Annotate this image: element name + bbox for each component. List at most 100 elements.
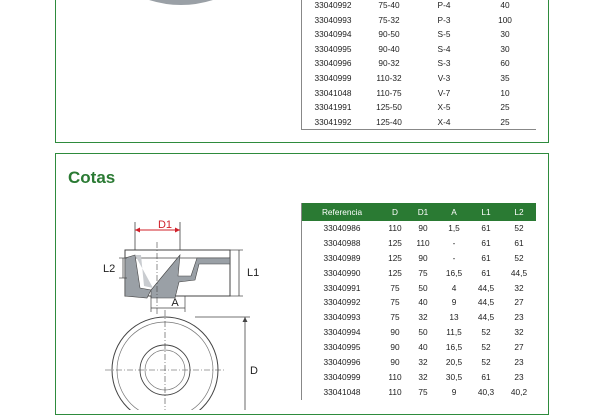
a-dimension: A <box>150 296 186 312</box>
table-cell: 110 <box>388 386 402 397</box>
table-cell: 33040988 <box>323 237 361 248</box>
table-cell: X-4 <box>437 116 451 127</box>
table-cell: 75 <box>390 282 400 293</box>
table-cell: P-3 <box>437 14 451 25</box>
a-label: A <box>171 297 179 309</box>
table-cell: 110 <box>416 237 430 248</box>
table-cell: 33041048 <box>314 87 352 98</box>
table-cell: 33040990 <box>323 267 361 278</box>
table-cell: 9 <box>451 297 457 308</box>
table-row: 33040994 90 50 11,5 52 32 <box>302 325 536 340</box>
table-cell: 16,5 <box>445 342 463 353</box>
table-cell: 1,5 <box>448 223 460 233</box>
table-row: 33040990 125 75 16,5 61 44,5 <box>302 266 536 281</box>
table-cell: - <box>452 252 456 263</box>
table-cell: 40 <box>500 0 510 10</box>
table-row: 33040989 125 90 - 61 52 <box>302 251 536 266</box>
table-cell: 90 <box>390 357 400 368</box>
table-row: 33040995 90-40 S-4 30 <box>302 42 536 57</box>
table-cell: 25 <box>500 116 510 127</box>
table-cell: 44,5 <box>477 312 495 323</box>
table-cell: 32 <box>418 371 428 382</box>
table-cell: 33040993 <box>323 312 361 323</box>
table-cell: 32 <box>418 357 428 368</box>
table-cell: 40 <box>418 342 428 353</box>
table-cell: 40,3 <box>477 386 495 397</box>
col-header-l1: L1 <box>481 207 491 217</box>
table-cell: 10 <box>500 87 510 98</box>
table-cell: 40 <box>418 297 428 308</box>
table-cell: 61 <box>481 267 491 278</box>
table-cell: 75 <box>390 312 400 323</box>
table-cell: 9 <box>451 386 457 397</box>
table-cell: 90 <box>390 327 400 338</box>
table-cell: 50 <box>418 327 428 338</box>
table-cell: 110 <box>388 223 402 233</box>
table-cell: 40,2 <box>510 386 528 397</box>
table-cell: 61 <box>514 237 524 248</box>
table-row: 33040988 125 110 - 61 61 <box>302 236 536 251</box>
table-row: 33040992 75-40 P-4 40 <box>302 0 536 13</box>
table-cell: X-5 <box>437 102 451 113</box>
table-cell: 25 <box>500 102 510 113</box>
table-cell: 52 <box>514 252 524 263</box>
table-cell: 33040992 <box>323 297 361 308</box>
d1-dimension: D1 <box>134 219 181 252</box>
col-header-d1: D1 <box>417 207 429 217</box>
section-title: Cotas <box>68 168 116 187</box>
table-cell: 33040995 <box>314 43 352 54</box>
table-cell: 60 <box>500 58 510 69</box>
table-cell: 27 <box>514 342 524 353</box>
l2-dimension: L2 <box>103 257 127 279</box>
table-cell: 75 <box>418 386 428 397</box>
table-cell: 33040996 <box>323 357 361 368</box>
table-cell: 52 <box>481 342 491 353</box>
table-cell: V-3 <box>437 72 451 83</box>
table-cell: 33041048 <box>323 386 361 397</box>
table-row: 33041992 125-40 X-4 25 <box>302 115 536 130</box>
table-cell: 100 <box>498 14 512 25</box>
reducer-photo-fragment <box>149 0 213 5</box>
l1-label: L1 <box>247 267 259 279</box>
table-cell: 23 <box>514 357 524 368</box>
table-row: 33041048 110 75 9 40,3 40,2 <box>302 385 536 400</box>
l2-label: L2 <box>103 263 115 275</box>
table-cell: 52 <box>481 327 491 338</box>
table-cell: 23 <box>514 312 524 323</box>
d-label: D <box>250 365 258 377</box>
col-header-a: A <box>451 207 457 217</box>
table-row: 33040996 90 32 20,5 52 23 <box>302 355 536 370</box>
table-cell: 110-32 <box>376 72 402 83</box>
table-cell: V-7 <box>437 87 451 98</box>
table-row: 33040991 75 50 4 44,5 32 <box>302 281 536 296</box>
table-cell: 75 <box>390 297 400 308</box>
table-cell: 75-40 <box>378 0 400 10</box>
table-cell: 11,5 <box>446 327 462 338</box>
table-cell: P-4 <box>437 0 451 10</box>
table-cell: 35 <box>500 72 510 83</box>
table-row: 33040986 110 90 1,5 61 52 <box>302 221 536 236</box>
table-cell: 90 <box>390 342 400 353</box>
table-cell: 90-50 <box>378 29 400 40</box>
table-cell: S-5 <box>437 29 451 40</box>
table-cell: 52 <box>514 223 524 233</box>
table-cell: 30 <box>500 29 510 40</box>
table-cell: 90 <box>418 223 428 233</box>
table-cell: 110-75 <box>376 87 402 98</box>
col-header-referencia: Referencia <box>321 207 363 217</box>
dimension-drawing: D1 L2 L1 A D <box>103 219 259 410</box>
table-cell: 125 <box>388 237 402 248</box>
table-cell: 32 <box>514 282 524 293</box>
table-cell: S-4 <box>437 43 451 54</box>
cotas-table-header: Referencia D D1 A L1 L2 <box>302 203 536 221</box>
d1-label: D1 <box>158 219 172 231</box>
table-cell: 110 <box>388 371 402 382</box>
table-cell: 33040999 <box>323 371 361 382</box>
table-cell: 125-40 <box>376 116 402 127</box>
table-cell: 33041992 <box>314 116 352 127</box>
table-cell: 32 <box>418 312 428 323</box>
table-cell: 61 <box>481 223 491 233</box>
table-row: 33040992 75 40 9 44,5 27 <box>302 295 536 310</box>
l1-dimension: L1 <box>230 249 259 297</box>
table-cell: 61 <box>481 371 491 382</box>
